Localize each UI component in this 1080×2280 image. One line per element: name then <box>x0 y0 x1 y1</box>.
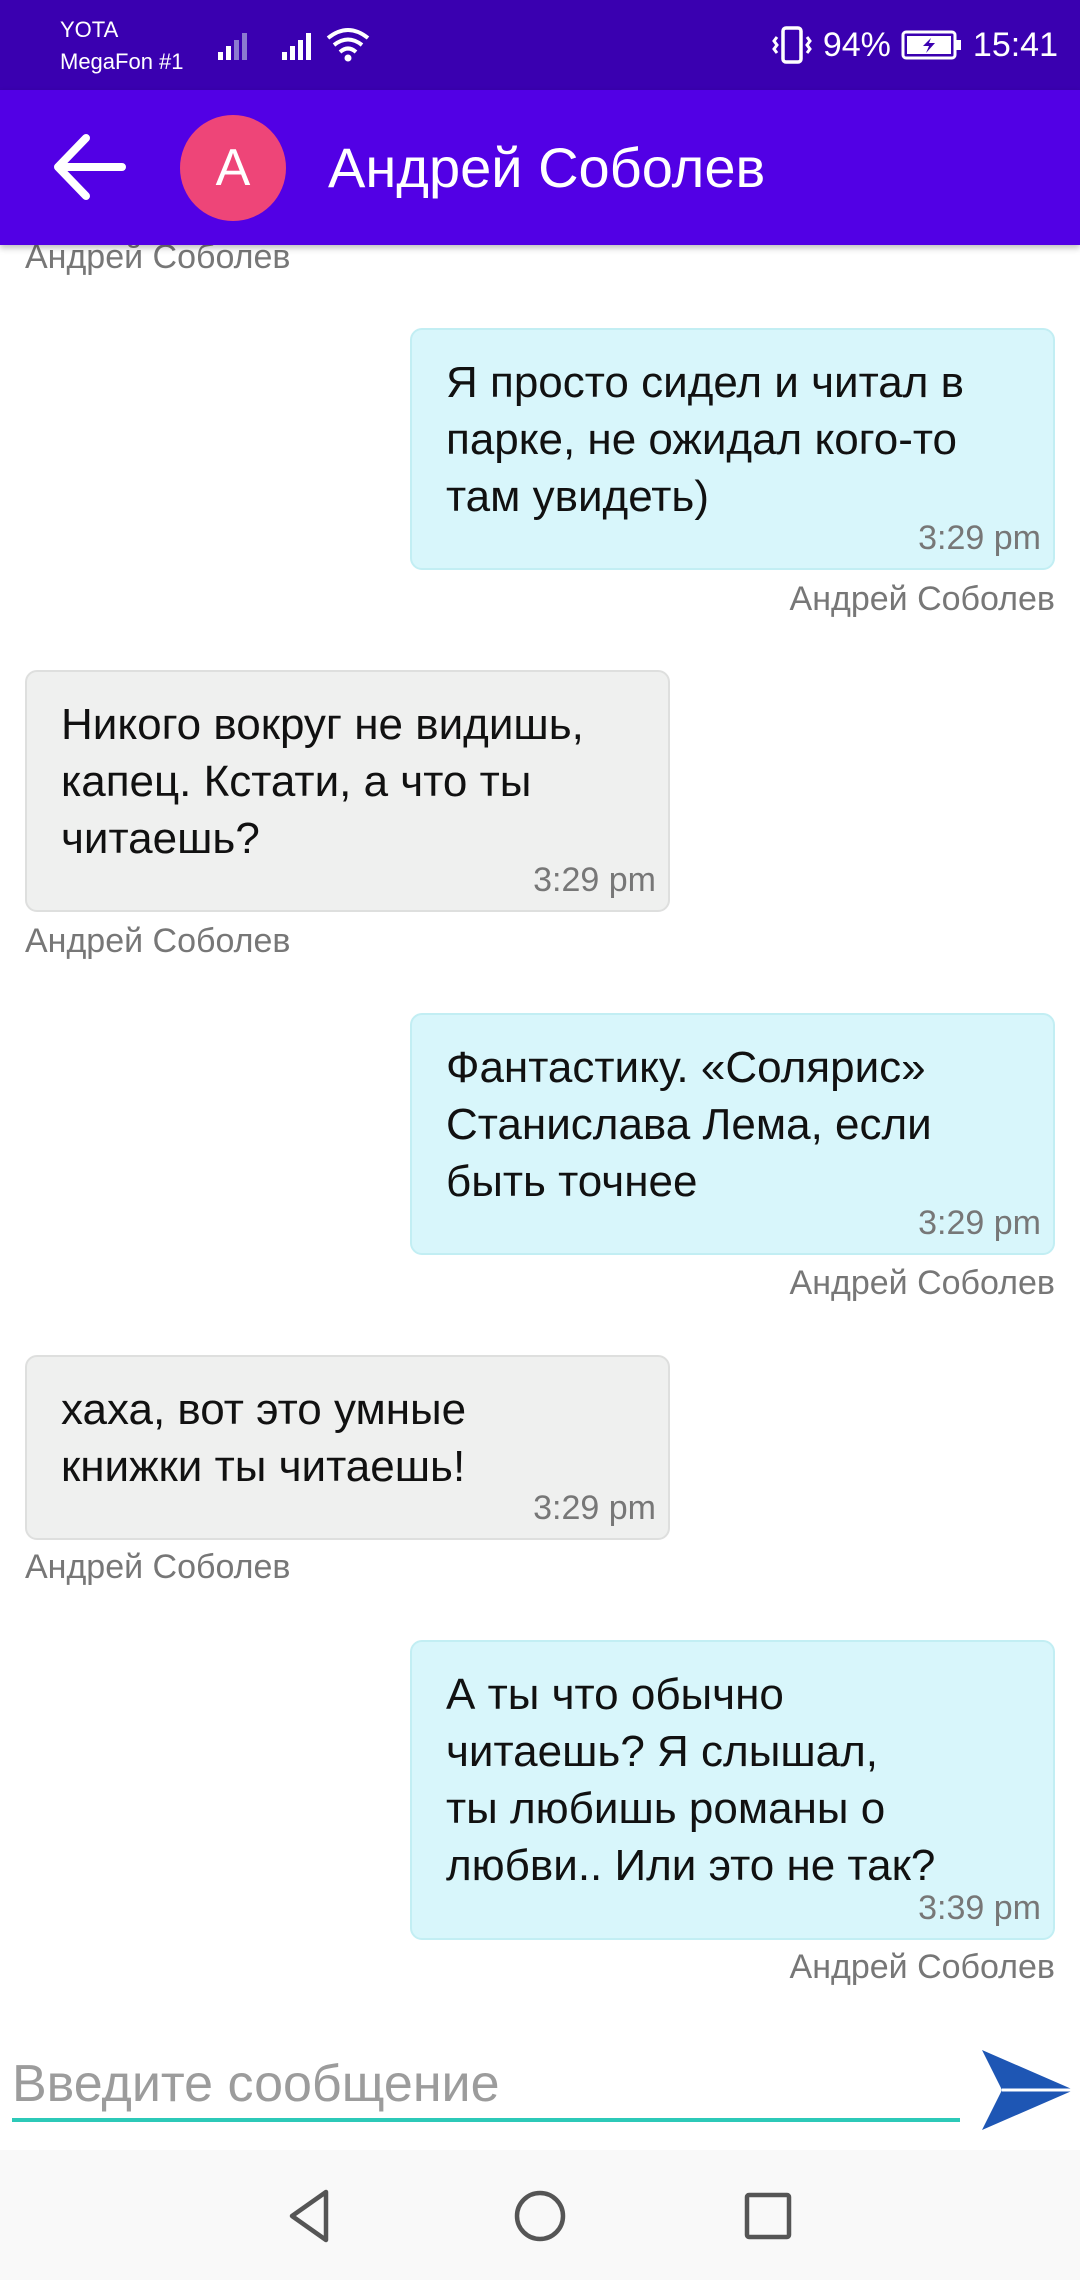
outgoing-message-bubble[interactable]: Я просто сидел и читал в парке, не ожида… <box>410 328 1055 570</box>
chat-screen: YOTA MegaFon #1 94% 15:41 A Андрей Собол… <box>0 0 1080 2280</box>
carrier-name-1: YOTA <box>60 17 119 42</box>
contact-name[interactable]: Андрей Соболев <box>328 136 765 200</box>
message-text: Никого вокруг не видишь, капец. Кстати, … <box>61 700 584 863</box>
battery-percent: 94% <box>822 25 891 64</box>
message-sender: Андрей Соболев <box>25 922 291 960</box>
message-input[interactable] <box>12 2050 960 2122</box>
message-sender: Андрей Соболев <box>789 580 1055 618</box>
incoming-message-bubble[interactable]: хаха, вот это умные книжки ты читаешь! 3… <box>25 1355 670 1540</box>
message-text: Я просто сидел и читал в парке, не ожида… <box>446 358 964 521</box>
message-time: 3:29 pm <box>533 1489 656 1527</box>
signal-strength-icon <box>282 33 311 60</box>
message-sender: Андрей Соболев <box>789 1264 1055 1302</box>
carrier-info: YOTA MegaFon #1 <box>60 14 184 78</box>
composer <box>0 2015 1080 2150</box>
app-bar: A Андрей Соболев <box>0 90 1080 245</box>
wifi-icon <box>326 28 370 62</box>
carrier-name-2: MegaFon #1 <box>60 49 184 74</box>
incoming-message-bubble[interactable]: Никого вокруг не видишь, капец. Кстати, … <box>25 670 670 912</box>
back-arrow-icon[interactable] <box>50 130 130 205</box>
status-bar: YOTA MegaFon #1 94% 15:41 <box>0 0 1080 90</box>
message-text: хаха, вот это умные книжки ты читаешь! <box>61 1385 467 1491</box>
outgoing-message-bubble[interactable]: Фантастику. «Солярис» Станислава Лема, е… <box>410 1013 1055 1255</box>
system-nav-bar <box>0 2150 1080 2280</box>
message-time: 3:29 pm <box>918 519 1041 557</box>
status-right: 94% 15:41 <box>771 0 1058 90</box>
signal-strength-icon <box>218 33 247 60</box>
message-time: 3:29 pm <box>533 861 656 899</box>
nav-home-icon[interactable] <box>510 2186 570 2246</box>
message-list[interactable]: Андрей Соболев Я просто сидел и читал в … <box>0 245 1080 2015</box>
battery-charging-icon <box>901 30 961 60</box>
message-text: Фантастику. «Солярис» Станислава Лема, е… <box>446 1043 932 1206</box>
message-sender: Андрей Соболев <box>789 1948 1055 1986</box>
message-time: 3:39 pm <box>918 1889 1041 1927</box>
nav-recents-icon[interactable] <box>738 2186 798 2246</box>
send-icon[interactable] <box>980 2040 1076 2140</box>
clock: 15:41 <box>972 25 1058 64</box>
vibrate-icon <box>771 26 812 64</box>
message-sender: Андрей Соболев <box>25 1548 291 1586</box>
message-time: 3:29 pm <box>918 1204 1041 1242</box>
outgoing-message-bubble[interactable]: А ты что обычно читаешь? Я слышал, ты лю… <box>410 1640 1055 1940</box>
message-text: А ты что обычно читаешь? Я слышал, ты лю… <box>446 1670 936 1890</box>
avatar[interactable]: A <box>180 115 286 221</box>
nav-back-icon[interactable] <box>280 2186 340 2246</box>
message-sender: Андрей Соболев <box>25 245 291 276</box>
